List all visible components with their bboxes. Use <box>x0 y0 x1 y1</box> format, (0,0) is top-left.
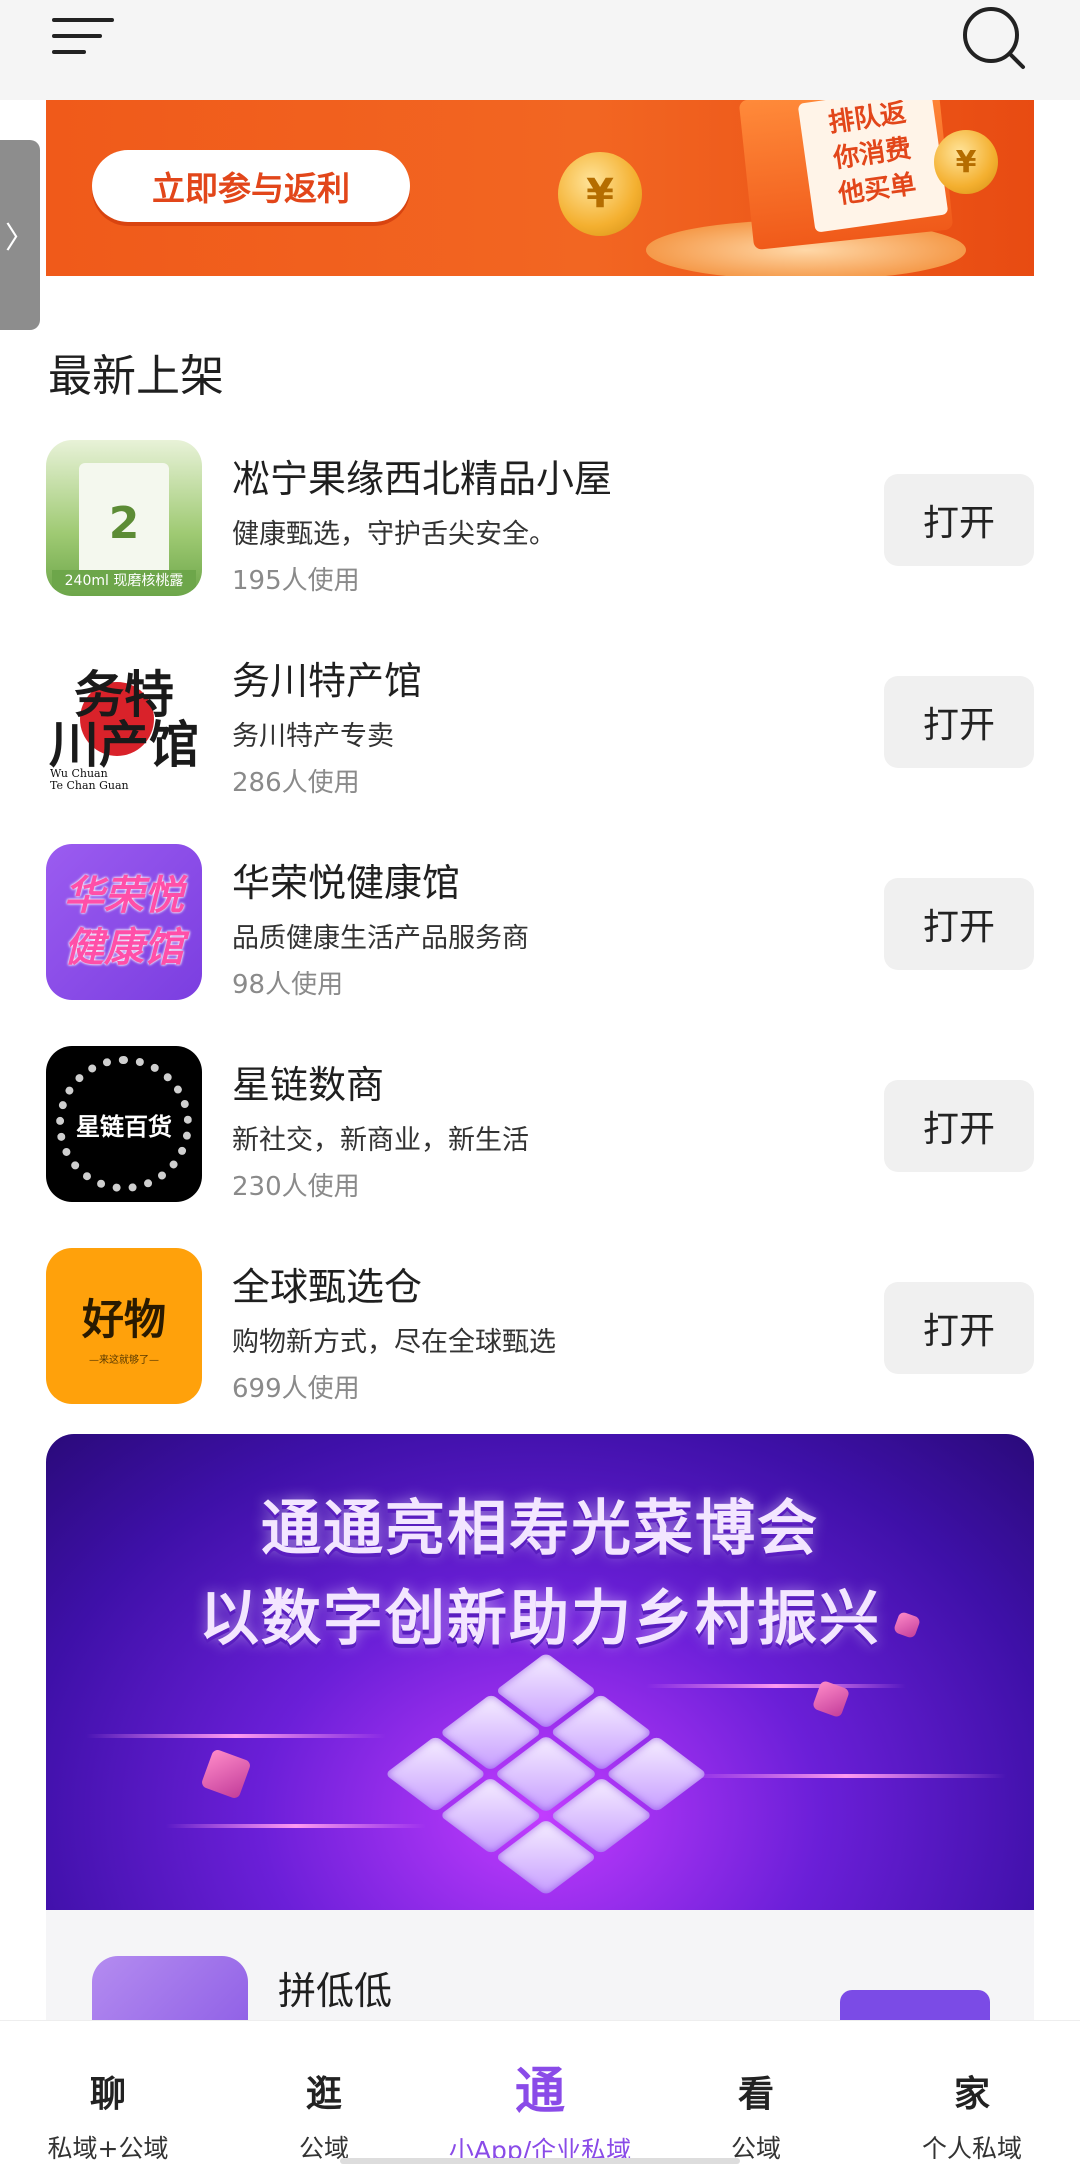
list-item[interactable]: 拼低低 <box>46 1910 1034 2036</box>
mini-cube-decoration <box>200 1748 252 1800</box>
app-list: 2 240ml 现磨核桃露 凇宁果缘西北精品小屋 健康甄选，守护舌尖安全。 19… <box>46 440 1034 1450</box>
expo-banner[interactable]: 通通亮相寿光菜博会 以数字创新助力乡村振兴 <box>46 1434 1034 1910</box>
app-usage-count: 98人使用 <box>232 970 344 1000</box>
app-usage-count: 230人使用 <box>232 1172 360 1202</box>
walnut-milk-icon: 2 240ml 现磨核桃露 <box>46 440 202 596</box>
coin-icon: ¥ <box>934 130 998 194</box>
nav-item-browse[interactable]: 逛 公域 <box>216 2021 432 2169</box>
hamburger-menu-icon[interactable] <box>52 14 116 62</box>
open-button[interactable]: 打开 <box>884 1282 1034 1374</box>
open-button[interactable]: 打开 <box>884 878 1034 970</box>
rebate-banner[interactable]: 排队返 你消费 他买单 ¥ ¥ 立即参与返利 <box>46 100 1034 276</box>
open-button[interactable]: 打开 <box>884 676 1034 768</box>
app-name: 拼低低 <box>278 1969 393 2013</box>
app-name: 华荣悦健康馆 <box>232 861 461 905</box>
app-description: 务川特产专卖 <box>232 721 394 752</box>
open-button[interactable]: 打开 <box>884 474 1034 566</box>
nav-item-home[interactable]: 家 个人私域 <box>864 2021 1080 2169</box>
list-item[interactable]: 好物 —来这就够了— 全球甄选仓 购物新方式，尽在全球甄选 699人使用 打开 <box>46 1248 1034 1450</box>
nav-label: 私域+公域 <box>47 2134 169 2163</box>
app-description: 品质健康生活产品服务商 <box>232 923 529 954</box>
star-chain-logo-icon: 星链百货 <box>46 1046 202 1202</box>
icon-text-line-1: 华荣悦 <box>64 873 184 919</box>
home-glyph-icon: 家 <box>953 2074 990 2115</box>
app-name: 星链数商 <box>232 1063 385 1107</box>
tong-glyph-icon: 通 <box>515 2062 565 2120</box>
wuchuan-calligraphy-logo-icon: 务特 川产馆 Wu Chuan Te Chan Guan <box>46 642 202 798</box>
haowu-logo-icon: 好物 —来这就够了— <box>46 1248 202 1404</box>
huarongyue-logo-icon: 华荣悦 健康馆 <box>46 844 202 1000</box>
app-name: 全球甄选仓 <box>232 1265 423 1309</box>
bottom-nav: 聊 私域+公域 逛 公域 通 小App/企业私域 看 公域 家 个人私域 <box>0 2020 1080 2169</box>
icon-text: 务特 川产馆 <box>49 665 199 774</box>
nav-item-chat[interactable]: 聊 私域+公域 <box>0 2021 216 2169</box>
banner-sign: 排队返 你消费 他买单 <box>797 100 949 233</box>
home-indicator <box>340 2158 740 2164</box>
list-item[interactable]: 华荣悦 健康馆 华荣悦健康馆 品质健康生活产品服务商 98人使用 打开 <box>46 844 1034 1046</box>
icon-tag-text: 现磨核桃露 <box>113 573 184 589</box>
list-item[interactable]: 星链百货 星链数商 新社交，新商业，新生活 230人使用 打开 <box>46 1046 1034 1248</box>
icon-text: 好物 <box>81 1295 166 1344</box>
nav-label: 个人私域 <box>921 2134 1022 2163</box>
icon-subtext: —来这就够了— <box>89 1355 159 1366</box>
nav-item-watch[interactable]: 看 公域 <box>648 2021 864 2169</box>
section-title: 最新上架 <box>48 351 224 402</box>
top-bar <box>0 0 1080 100</box>
app-name: 凇宁果缘西北精品小屋 <box>232 457 613 501</box>
browse-glyph-icon: 逛 <box>305 2074 342 2115</box>
list-item[interactable]: 务特 川产馆 Wu Chuan Te Chan Guan 务川特产馆 务川特产专卖 … <box>46 642 1034 844</box>
icon-text: 2 <box>108 497 140 549</box>
watch-glyph-icon: 看 <box>737 2074 774 2115</box>
nav-item-tong[interactable]: 通 小App/企业私域 <box>432 2021 648 2169</box>
icon-tag: 240ml 现磨核桃露 <box>52 570 196 590</box>
icon-text: 星链百货 <box>76 1112 172 1141</box>
coin-icon: ¥ <box>558 152 642 236</box>
app-usage-count: 699人使用 <box>232 1374 360 1404</box>
app-description: 健康甄选，守护舌尖安全。 <box>232 519 556 550</box>
search-icon[interactable] <box>960 4 1030 74</box>
app-description: 购物新方式，尽在全球甄选 <box>232 1327 556 1358</box>
rubik-cube-decoration <box>384 1652 708 1896</box>
icon-volume: 240ml <box>64 573 109 589</box>
banner-headline-1: 通通亮相寿光菜博会 <box>261 1494 819 1564</box>
chevron-right-icon: 〉 <box>5 221 35 256</box>
list-item[interactable]: 2 240ml 现磨核桃露 凇宁果缘西北精品小屋 健康甄选，守护舌尖安全。 19… <box>46 440 1034 642</box>
icon-text-line-2: 健康馆 <box>64 925 184 971</box>
open-button[interactable]: 打开 <box>884 1080 1034 1172</box>
app-description: 新社交，新商业，新生活 <box>232 1125 529 1156</box>
chat-glyph-icon: 聊 <box>89 2074 126 2115</box>
app-usage-count: 195人使用 <box>232 566 360 596</box>
join-rebate-button[interactable]: 立即参与返利 <box>92 150 410 222</box>
app-name: 务川特产馆 <box>232 659 423 703</box>
app-usage-count: 286人使用 <box>232 768 360 798</box>
side-drawer-handle[interactable]: 〉 <box>0 140 40 330</box>
banner-headline-2: 以数字创新助力乡村振兴 <box>199 1584 881 1654</box>
